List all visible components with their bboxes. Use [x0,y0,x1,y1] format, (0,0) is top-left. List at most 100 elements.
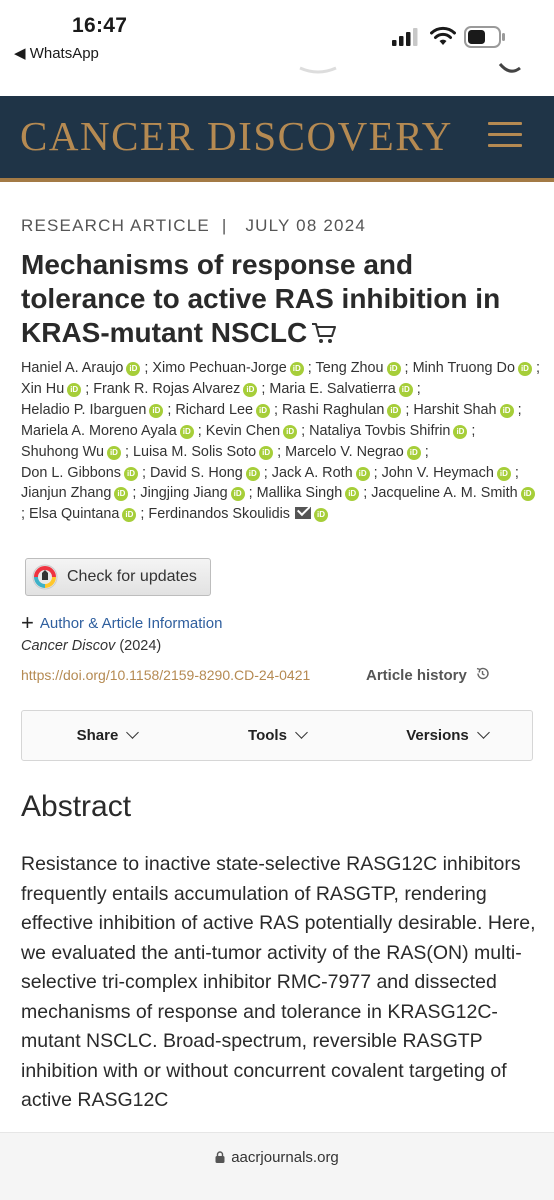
author-name-text: Harshit Shah [413,401,497,418]
orcid-icon[interactable]: iD [122,508,137,523]
orcid-icon[interactable]: iD [499,403,514,418]
author-name-text: Ferdinandos Skoulidis [148,506,290,523]
address-text: aacrjournals.org [231,1149,339,1166]
orcid-icon[interactable]: iD [386,362,401,376]
author-name[interactable]: Marcelo V. Negrao iD [285,444,421,460]
orcid-icon[interactable]: iD [345,487,360,502]
check-for-updates-button[interactable]: Check for updates [25,558,211,596]
author-name[interactable]: Maria E. Salvatierra iD [269,380,413,397]
author-name-text: Mariela A. Moreno Ayala [21,422,177,439]
author-name[interactable]: Teng Zhou iD [316,360,401,376]
orcid-icon[interactable]: iD [387,403,402,418]
author-name[interactable]: David S. Hong iD [150,465,260,481]
chevron-down-icon [295,726,308,739]
crossmark-icon [32,564,58,590]
author-name-text: Jacqueline A. M. Smith [371,485,518,502]
orcid-icon[interactable]: iD [149,403,164,418]
author-name-text: Mallika Singh [256,485,343,502]
shopping-cart-icon[interactable] [311,322,337,344]
orcid-icon[interactable]: iD [406,445,421,460]
author-name[interactable]: Ximo Pechuan-Jorge iD [152,360,304,376]
author-name-text: Nataliya Tovbis Shifrin [309,422,451,439]
email-icon[interactable] [295,507,311,520]
orcid-icon[interactable]: iD [245,466,260,481]
lock-icon [215,1151,225,1163]
orcid-icon[interactable]: iD [289,362,304,376]
author-name[interactable]: Minh Truong Do iD [413,360,532,376]
author-name[interactable]: Ferdinandos Skoulidis iD [148,506,328,523]
address-field[interactable]: aacrjournals.org [0,1149,554,1166]
orcid-icon[interactable]: iD [520,487,535,502]
author-name[interactable]: Mariela A. Moreno Ayala iD [21,423,194,439]
doi-link[interactable]: https://doi.org/10.1158/2159-8290.CD-24-… [21,667,310,683]
author-article-information-link[interactable]: + Author & Article Information [21,610,222,636]
orcid-icon[interactable]: iD [398,382,413,397]
author-name[interactable]: Richard Lee iD [175,402,270,418]
orcid-icon[interactable]: iD [106,445,121,460]
back-to-app-link[interactable]: ◀ WhatsApp [14,44,99,62]
citation-journal: Cancer Discov [21,638,116,654]
orcid-icon[interactable]: iD [517,362,532,376]
tools-dropdown[interactable]: Tools [192,726,362,744]
author-name[interactable]: Jack A. Roth iD [272,465,370,481]
orcid-icon[interactable]: iD [114,487,129,502]
orcid-icon[interactable]: iD [179,424,194,439]
author-name[interactable]: Elsa Quintana iD [29,506,137,523]
author-name[interactable]: Kevin Chen iD [205,422,298,439]
author-name-text: Kevin Chen [205,422,281,439]
battery-icon [464,26,505,48]
author-name[interactable]: Harshit Shah iD [413,401,514,418]
author-name-text: Frank R. Rojas Alvarez [93,380,241,397]
versions-dropdown[interactable]: Versions [362,726,532,744]
article-meta: RESEARCH ARTICLE | JULY 08 2024 [21,216,536,240]
browser-address-bar[interactable]: aacrjournals.org [0,1132,554,1200]
author-name[interactable]: Haniel A. Araujo iD [21,360,141,376]
share-dropdown[interactable]: Share [22,726,192,744]
signal-icon [392,28,418,46]
author-name[interactable]: Jianjun Zhang iD [21,485,129,502]
article-type: RESEARCH ARTICLE [21,216,210,235]
meta-separator: | [221,216,228,235]
orcid-icon[interactable]: iD [259,445,274,460]
author-name[interactable]: Frank R. Rojas Alvarez iD [93,380,258,397]
author-list: Haniel A. Araujo iD ; Ximo Pechuan-Jorge i… [21,360,540,523]
author-name[interactable]: Mallika Singh iD [256,485,360,502]
author-name[interactable]: Rashi Raghulan iD [282,402,402,418]
orcid-icon[interactable]: iD [355,466,370,481]
orcid-icon[interactable]: iD [124,466,138,481]
hamburger-menu-icon[interactable] [488,122,522,152]
clock: 16:47 [72,14,128,37]
orcid-icon[interactable]: iD [255,403,270,418]
plus-icon: + [21,610,34,635]
orcid-icon[interactable]: iD [496,466,511,481]
author-name-text: Elsa Quintana [29,506,120,523]
author-name-text: Luisa M. Solis Soto [132,443,257,460]
author-name[interactable]: Nataliya Tovbis Shifrin iD [309,422,468,439]
author-name[interactable]: Xin Hu iD [21,381,82,397]
author-name[interactable]: Jacqueline A. M. Smith iD [371,485,535,502]
author-name[interactable]: Jingjing Jiang iD [140,485,245,502]
author-name-text: David S. Hong [150,464,243,481]
author-name[interactable]: John V. Heymach iD [382,465,511,481]
journal-logo[interactable]: CANCER DISCOVERY [20,112,453,160]
author-name[interactable]: Don L. Gibbons iD [21,465,138,481]
author-name[interactable]: Heladio P. Ibarguen iD [21,401,164,418]
orcid-icon[interactable]: iD [126,362,141,376]
chevron-down-icon [126,726,140,739]
author-name-text: Maria E. Salvatierra [269,380,396,397]
share-label: Share [76,727,119,744]
author-name-text: Heladio P. Ibarguen [21,401,147,418]
author-name[interactable]: Shuhong Wu iD [21,444,121,460]
orcid-icon[interactable]: iD [453,424,468,439]
orcid-icon[interactable]: iD [230,487,245,502]
author-name[interactable]: Luisa M. Solis Soto iD [132,443,274,460]
orcid-icon[interactable]: iD [243,382,258,397]
orcid-icon[interactable]: iD [283,424,298,439]
orcid-icon[interactable]: iD [67,382,82,397]
author-name-text: Richard Lee [175,401,253,418]
author-name-text: Marcelo V. Negrao [285,443,404,460]
chevron-down-icon [476,726,490,739]
orcid-icon[interactable]: iD [314,508,328,523]
article-history-button[interactable]: Article history [366,666,490,684]
browser-toolbar-peek [299,62,521,76]
